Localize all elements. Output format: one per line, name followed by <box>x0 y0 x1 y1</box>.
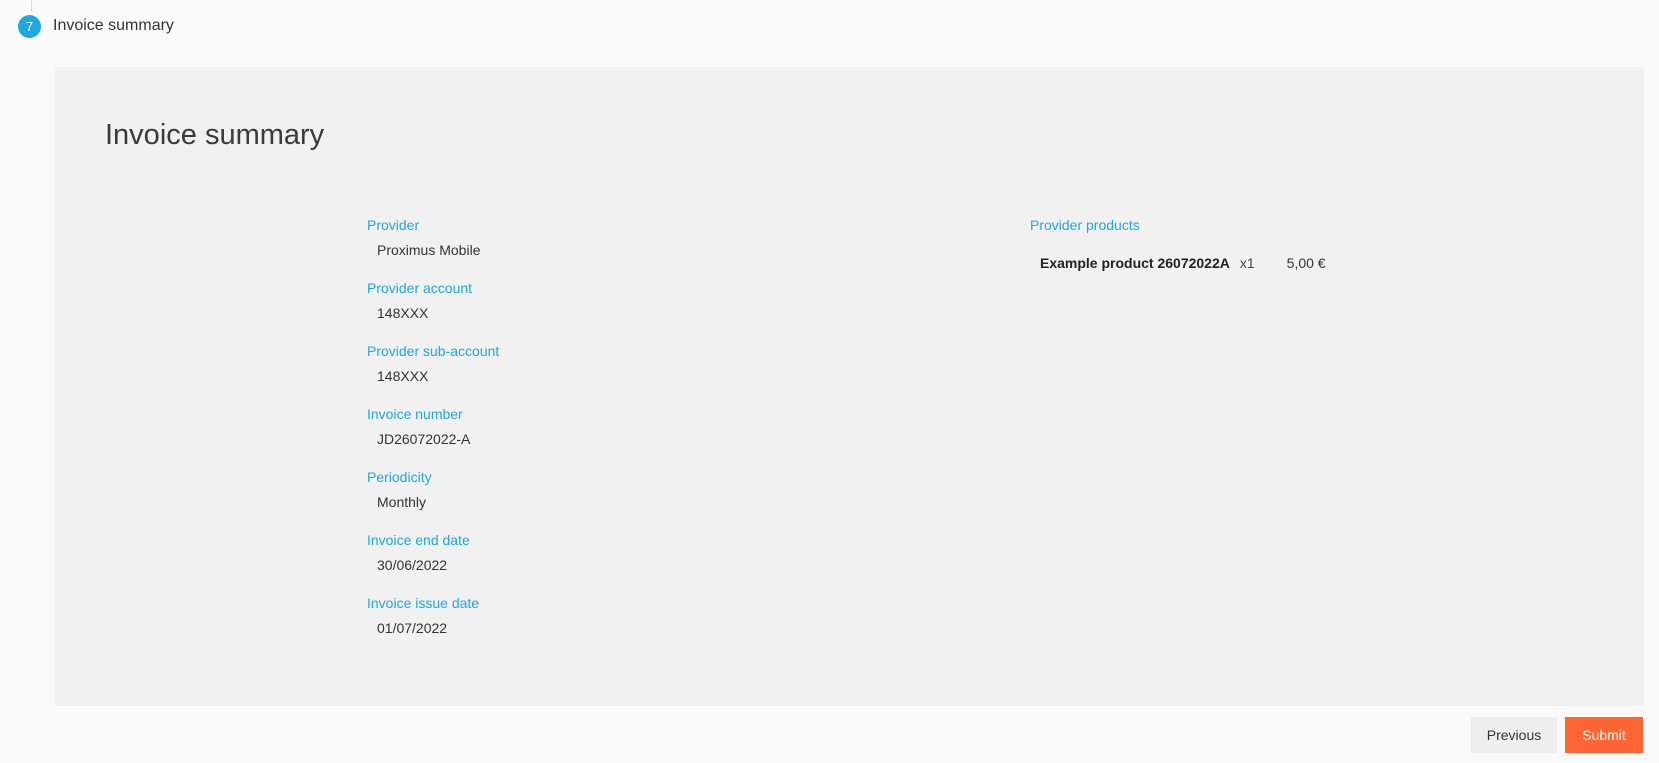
field-invoice-issue-date: Invoice issue date 01/07/2022 <box>367 594 887 657</box>
product-quantity: x1 <box>1239 255 1255 271</box>
provider-products: Provider products Example product 260720… <box>1030 216 1590 272</box>
step-number-badge: 7 <box>18 14 41 38</box>
field-value: JD26072022-A <box>377 431 471 447</box>
step-header: 7 Invoice summary <box>18 14 174 38</box>
field-value: Proximus Mobile <box>377 242 481 258</box>
field-label: Invoice issue date <box>367 595 480 611</box>
field-provider-account: Provider account 148XXX <box>367 279 887 342</box>
field-value: Monthly <box>377 494 427 510</box>
page: 7 Invoice summary Invoice summary Provid… <box>0 0 1659 763</box>
field-label: Provider <box>367 217 420 233</box>
field-label: Invoice number <box>367 406 463 422</box>
field-invoice-number: Invoice number JD26072022-A <box>367 405 887 468</box>
field-label: Provider sub-account <box>367 343 500 359</box>
field-value: 148XXX <box>377 368 429 384</box>
invoice-details: Provider Proximus Mobile Provider accoun… <box>367 216 887 657</box>
product-name: Example product 26072022A <box>1040 255 1230 271</box>
summary-panel: Invoice summary Provider Proximus Mobile… <box>55 67 1644 706</box>
field-label: Invoice end date <box>367 532 470 548</box>
previous-button[interactable]: Previous <box>1471 717 1557 753</box>
field-value: 01/07/2022 <box>377 620 448 636</box>
field-periodicity: Periodicity Monthly <box>367 468 887 531</box>
field-label: Provider account <box>367 280 473 296</box>
field-provider-sub-account: Provider sub-account 148XXX <box>367 342 887 405</box>
field-invoice-end-date: Invoice end date 30/06/2022 <box>367 531 887 594</box>
products-label: Provider products <box>1030 217 1140 233</box>
field-label: Periodicity <box>367 469 432 485</box>
step-connector-line <box>31 0 32 12</box>
product-price: 5,00 € <box>1286 255 1326 271</box>
field-value: 148XXX <box>377 305 429 321</box>
field-value: 30/06/2022 <box>377 557 448 573</box>
submit-button[interactable]: Submit <box>1565 717 1643 753</box>
field-provider: Provider Proximus Mobile <box>367 216 887 279</box>
panel-title: Invoice summary <box>105 119 325 151</box>
product-row: Example product 26072022A x1 5,00 € <box>1030 254 1590 272</box>
step-title: Invoice summary <box>53 17 174 34</box>
